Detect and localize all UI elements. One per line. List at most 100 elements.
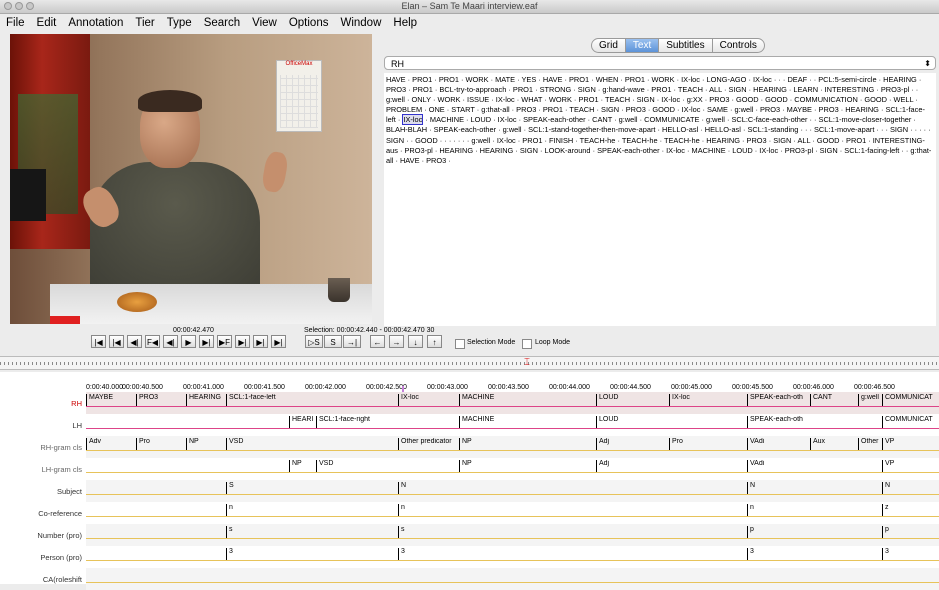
tier-row[interactable]: SNNN	[86, 480, 939, 502]
menu-options[interactable]: Options	[283, 14, 335, 32]
annotation[interactable]: NP	[459, 438, 596, 450]
annotation[interactable]: Aux	[810, 438, 858, 450]
annotation[interactable]: LOUD	[596, 394, 669, 406]
tier-row[interactable]: nnnz	[86, 502, 939, 524]
player-button-5[interactable]: ▶	[181, 335, 196, 348]
annotation[interactable]: NP	[289, 460, 316, 472]
annotation[interactable]: VSD	[226, 438, 398, 450]
menu-type[interactable]: Type	[161, 14, 198, 32]
annotation[interactable]: HEARING	[186, 394, 226, 406]
tier-row[interactable]: NP VSD NP Adj VAdi VP	[86, 458, 939, 480]
menu-search[interactable]: Search	[198, 14, 246, 32]
selection-button-2[interactable]: →|	[343, 335, 361, 348]
annotation[interactable]: n	[226, 504, 398, 516]
player-button-2[interactable]: ◀|	[127, 335, 142, 348]
menu-view[interactable]: View	[246, 14, 283, 32]
annotation[interactable]: Other predicator	[398, 438, 459, 450]
menu-window[interactable]: Window	[334, 14, 387, 32]
annotation[interactable]: IX-loc	[398, 394, 459, 406]
player-button-3[interactable]: F◀	[145, 335, 160, 348]
annotation[interactable]: SCL:1-face-right	[316, 416, 398, 428]
tab-controls[interactable]: Controls	[711, 38, 765, 53]
annotation[interactable]: 3	[398, 548, 459, 560]
annotation[interactable]: n	[747, 504, 810, 516]
annotation[interactable]: N	[882, 482, 939, 494]
tier-label[interactable]: LH-gram cls	[0, 465, 82, 474]
playhead-marker-icon[interactable]: ⌶	[524, 358, 530, 368]
player-button-0[interactable]: |◀	[91, 335, 106, 348]
tab-text[interactable]: Text	[624, 38, 660, 53]
text-viewer[interactable]: HAVE · PRO1 · PRO1 · WORK · MATE · YES ·…	[384, 73, 936, 326]
tier-label[interactable]: Co-reference	[0, 509, 82, 518]
annotation[interactable]: p	[747, 526, 810, 538]
annotation[interactable]: Adv	[86, 438, 136, 450]
menu-edit[interactable]: Edit	[31, 14, 63, 32]
overview-ruler[interactable]	[0, 356, 939, 370]
annotation[interactable]: COMMUNICAT	[882, 416, 939, 428]
nav-button-0[interactable]: ←	[370, 335, 385, 348]
menu-annotation[interactable]: Annotation	[62, 14, 129, 32]
annotation[interactable]: s	[398, 526, 459, 538]
annotation[interactable]: p	[882, 526, 939, 538]
menu-tier[interactable]: Tier	[129, 14, 160, 32]
player-button-8[interactable]: ▶|	[235, 335, 250, 348]
annotation[interactable]: g:well	[858, 394, 882, 406]
player-button-9[interactable]: ▶|	[253, 335, 268, 348]
tier-row[interactable]: MAYBE PRO3 HEARING SCL:1-face-left IX-loc MAC…	[86, 392, 939, 414]
tier-row[interactable]: 3333	[86, 546, 939, 568]
annotation[interactable]: PRO3	[136, 394, 186, 406]
tier-label[interactable]: LH	[0, 421, 82, 430]
tier-select[interactable]: RH ⬍	[384, 56, 936, 70]
tier-label[interactable]: RH-gram cls	[0, 443, 82, 452]
annotation[interactable]: VP	[882, 460, 939, 472]
tier-row[interactable]: Adv Pro NP VSD Other predicator NP Adj Pro VAdi A…	[86, 436, 939, 458]
annotation[interactable]: 3	[747, 548, 810, 560]
player-button-10[interactable]: ▶|	[271, 335, 286, 348]
annotation[interactable]: CANT	[810, 394, 858, 406]
tier-label[interactable]: RH	[0, 399, 82, 408]
annotation[interactable]: 3	[226, 548, 398, 560]
tier-label[interactable]: Person (pro)	[0, 553, 82, 562]
annotation[interactable]: Pro	[669, 438, 747, 450]
annotation[interactable]: HEARI	[289, 416, 316, 428]
tab-subtitles[interactable]: Subtitles	[658, 38, 713, 53]
annotation[interactable]: SPEAK-each-oth	[747, 416, 810, 428]
annotation[interactable]: S	[226, 482, 398, 494]
minimize-button[interactable]	[15, 2, 23, 10]
tier-label[interactable]: Subject	[0, 487, 82, 496]
annotation[interactable]: s	[226, 526, 398, 538]
nav-button-3[interactable]: ↑	[427, 335, 442, 348]
annotation[interactable]: SCL:1-face-left	[226, 394, 398, 406]
tier-row[interactable]	[86, 568, 939, 590]
player-button-6[interactable]: ▶|	[199, 335, 214, 348]
selection-mode-checkbox[interactable]	[455, 339, 465, 349]
annotation[interactable]: LOUD	[596, 416, 669, 428]
loop-mode-checkbox[interactable]	[522, 339, 532, 349]
tier-row[interactable]: ss p p	[86, 524, 939, 546]
video-viewer[interactable]: OfficeMax	[10, 34, 372, 324]
annotation[interactable]: NP	[186, 438, 226, 450]
annotation[interactable]: SPEAK-each-oth	[747, 394, 810, 406]
nav-button-2[interactable]: ↓	[408, 335, 423, 348]
tier-row[interactable]: HEARI SCL:1-face-right MACHINE LOUD SPEAK-ea…	[86, 414, 939, 436]
nav-button-1[interactable]: →	[389, 335, 404, 348]
menu-file[interactable]: File	[0, 14, 31, 32]
annotation[interactable]: NP	[459, 460, 596, 472]
annotation[interactable]: MACHINE	[459, 394, 596, 406]
tier-label[interactable]: Number (pro)	[0, 531, 82, 540]
annotation[interactable]: IX-loc	[669, 394, 747, 406]
menu-help[interactable]: Help	[387, 14, 423, 32]
annotation[interactable]: MACHINE	[459, 416, 596, 428]
annotation[interactable]: Pro	[136, 438, 186, 450]
annotation[interactable]: COMMUNICAT	[882, 394, 939, 406]
annotation[interactable]: VP	[882, 438, 939, 450]
annotation[interactable]: Other	[858, 438, 882, 450]
annotation[interactable]: MAYBE	[86, 394, 136, 406]
selection-button-0[interactable]: ▷S	[305, 335, 323, 348]
annotation[interactable]: N	[747, 482, 810, 494]
annotation[interactable]: n	[398, 504, 459, 516]
tab-grid[interactable]: Grid	[591, 38, 626, 53]
annotation[interactable]: z	[882, 504, 939, 516]
zoom-button[interactable]	[26, 2, 34, 10]
player-button-1[interactable]: |◀	[109, 335, 124, 348]
